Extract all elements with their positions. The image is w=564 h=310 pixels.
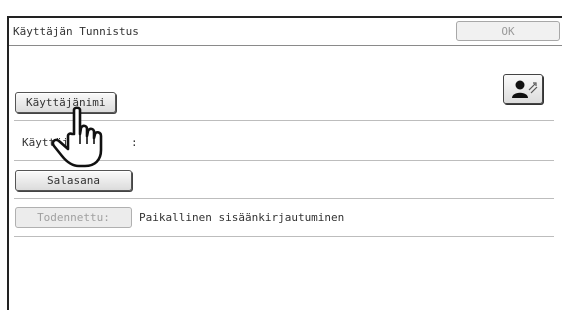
- dialog-title: Käyttäjän Tunnistus: [13, 25, 139, 38]
- ok-button[interactable]: OK: [456, 21, 560, 41]
- hand-pointer-icon: [51, 106, 103, 168]
- auth-method-value: Paikallinen sisäänkirjautuminen: [139, 211, 345, 224]
- divider: [14, 236, 554, 237]
- password-button[interactable]: Salasana: [15, 170, 132, 191]
- username-field-separator: :: [131, 136, 138, 149]
- authenticated-button: Todennettu:: [15, 207, 132, 228]
- dialog-titlebar: Käyttäjän Tunnistus OK: [9, 18, 562, 46]
- user-switch-icon: [512, 80, 538, 98]
- user-switch-button[interactable]: [503, 74, 543, 104]
- divider: [14, 198, 554, 199]
